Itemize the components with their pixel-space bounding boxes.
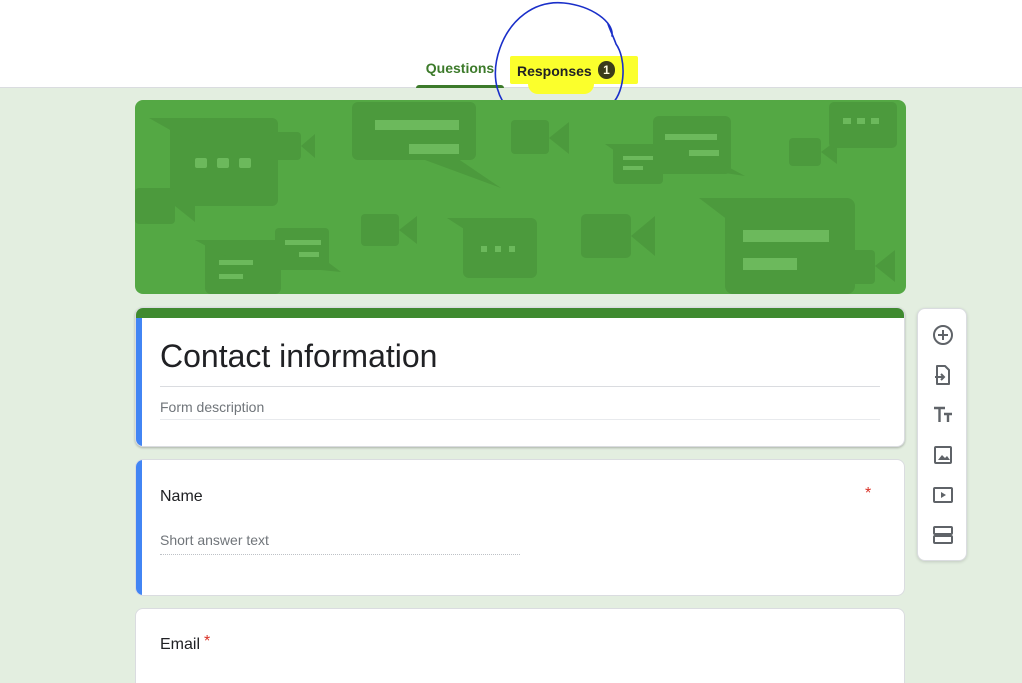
tab-responses[interactable]: Responses 1 [510,56,638,94]
side-toolbar [917,308,967,561]
required-asterisk: * [865,485,872,502]
required-asterisk: * [204,633,211,650]
add-section-icon[interactable] [930,522,956,548]
question-card-name[interactable]: Name * Short answer text [135,459,905,596]
responses-count-badge: 1 [598,61,615,79]
tab-questions-label: Questions [425,60,495,76]
add-video-icon[interactable] [930,482,956,508]
tab-responses-label: Responses [517,63,592,79]
form-title-card[interactable]: Contact information Form description [135,307,905,447]
chat-pattern-illustration [135,102,897,294]
active-tab-indicator [416,85,504,88]
theme-top-stripe [136,308,904,318]
yellow-highlight-tail [528,80,594,94]
add-image-icon[interactable] [930,442,956,468]
import-questions-icon[interactable] [930,362,956,388]
add-title-icon[interactable] [930,402,956,428]
short-answer-placeholder: Short answer text [160,532,269,548]
question-title[interactable]: Email [160,636,200,654]
header-banner-image [135,100,906,294]
selected-card-indicator [136,318,142,446]
title-underline [160,386,880,387]
description-underline [160,419,880,420]
selected-card-indicator [136,460,142,595]
tab-questions[interactable]: Questions [416,60,504,88]
question-card-email[interactable]: Email * [135,608,905,683]
form-description-field[interactable]: Form description [160,399,264,415]
add-question-icon[interactable] [930,322,956,348]
top-bar: Questions Responses 1 [0,0,1022,125]
short-answer-line [160,554,520,555]
form-title[interactable]: Contact information [160,338,437,375]
question-title[interactable]: Name [160,488,203,506]
